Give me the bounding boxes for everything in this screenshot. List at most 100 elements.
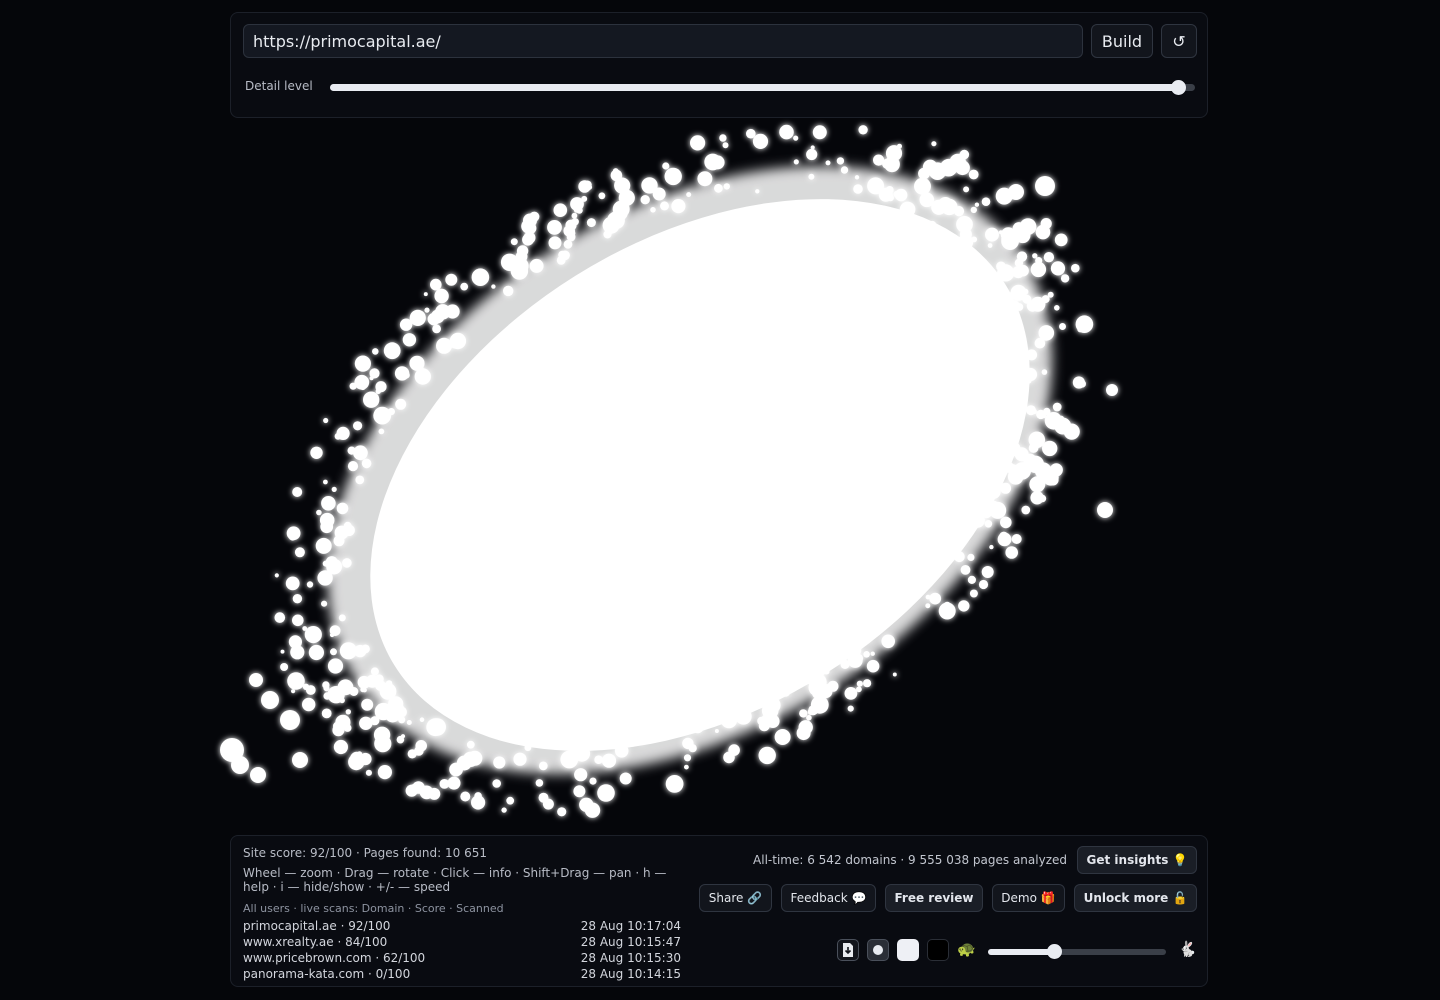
graph-node[interactable] (853, 184, 863, 194)
detail-level-slider[interactable] (330, 80, 1195, 95)
graph-node[interactable] (361, 644, 370, 654)
graph-node[interactable] (959, 149, 970, 160)
graph-node[interactable] (558, 250, 567, 260)
graph-node[interactable] (573, 207, 580, 213)
graph-node[interactable] (934, 543, 951, 559)
graph-node[interactable] (665, 775, 684, 793)
graph-node[interactable] (375, 381, 387, 393)
graph-node[interactable] (1040, 218, 1052, 230)
graph-node[interactable] (447, 776, 461, 790)
graph-node[interactable] (321, 600, 328, 607)
graph-node[interactable] (1031, 408, 1037, 415)
graph-node[interactable] (1026, 349, 1038, 361)
graph-node[interactable] (553, 203, 568, 217)
graph-node[interactable] (280, 649, 285, 654)
graph-node[interactable] (1043, 252, 1055, 263)
graph-node[interactable] (471, 268, 490, 287)
graph-node[interactable] (579, 797, 594, 812)
graph-node[interactable] (975, 262, 992, 278)
graph-node[interactable] (867, 177, 885, 195)
graph-node[interactable] (953, 551, 965, 563)
graph-node[interactable] (1004, 409, 1021, 426)
graph-node[interactable] (1077, 326, 1084, 333)
graph-node[interactable] (755, 189, 760, 194)
graph-node[interactable] (400, 734, 406, 739)
graph-node[interactable] (288, 532, 297, 541)
graph-node[interactable] (292, 487, 303, 497)
list-item[interactable]: www.xrealty.ae · 84/100 28 Aug 10:15:47 (243, 934, 681, 950)
graph-node[interactable] (365, 769, 372, 776)
graph-node[interactable] (823, 684, 832, 693)
graph-node[interactable] (304, 626, 322, 644)
graph-node[interactable] (506, 796, 515, 805)
graph-node[interactable] (383, 342, 401, 360)
graph-node[interactable] (292, 594, 303, 604)
graph-node[interactable] (863, 651, 870, 658)
graph-node[interactable] (399, 318, 413, 331)
graph-node[interactable] (825, 160, 831, 166)
graph-node[interactable] (535, 779, 544, 787)
graph-node[interactable] (662, 162, 670, 170)
graph-node[interactable] (323, 417, 329, 424)
graph-node[interactable] (565, 219, 577, 231)
graph-node[interactable] (640, 195, 650, 205)
graph-node[interactable] (323, 692, 332, 700)
graph-node[interactable] (602, 216, 620, 234)
graph-node[interactable] (601, 753, 617, 768)
graph-node[interactable] (310, 446, 323, 459)
graph-node[interactable] (331, 486, 337, 492)
graph-node[interactable] (943, 601, 951, 610)
graph-node[interactable] (374, 735, 392, 753)
graph-node[interactable] (985, 497, 990, 502)
graph-node[interactable] (1026, 300, 1039, 312)
graph-node[interactable] (1054, 305, 1060, 311)
graph-node[interactable] (931, 141, 937, 147)
graph-node[interactable] (355, 475, 365, 485)
graph-node[interactable] (1097, 502, 1113, 518)
graph-node[interactable] (523, 231, 536, 244)
graph-node[interactable] (493, 756, 506, 769)
url-input[interactable] (243, 24, 1083, 58)
graph-node[interactable] (612, 168, 619, 174)
graph-node[interactable] (917, 578, 925, 586)
graph-node[interactable] (881, 634, 895, 649)
graph-node[interactable] (436, 337, 452, 354)
graph-node[interactable] (885, 186, 894, 194)
graph-node[interactable] (866, 659, 880, 673)
graph-node[interactable] (967, 575, 977, 585)
graph-node[interactable] (311, 649, 318, 656)
graph-node[interactable] (780, 687, 791, 697)
graph-node[interactable] (1035, 176, 1055, 196)
graph-node[interactable] (892, 672, 897, 677)
graph-node[interactable] (343, 524, 355, 536)
graph-node[interactable] (439, 779, 450, 789)
graph-node[interactable] (336, 426, 350, 440)
graph-node[interactable] (823, 668, 830, 675)
graph-node[interactable] (491, 284, 496, 289)
graph-node[interactable] (960, 565, 971, 575)
graph-node[interactable] (392, 703, 405, 716)
graph-node[interactable] (1007, 300, 1020, 313)
graph-node[interactable] (336, 502, 349, 515)
graph-node[interactable] (1000, 227, 1016, 243)
graph-node[interactable] (419, 785, 434, 800)
graph-node[interactable] (598, 192, 606, 200)
graph-node[interactable] (369, 368, 380, 379)
graph-node[interactable] (516, 245, 529, 257)
graph-node[interactable] (285, 576, 300, 591)
list-item[interactable]: panorama-kata.com · 0/100 28 Aug 10:14:1… (243, 966, 681, 982)
graph-node[interactable] (735, 708, 752, 725)
graph-node[interactable] (423, 292, 428, 297)
graph-node[interactable] (571, 212, 578, 219)
graph-node[interactable] (862, 634, 871, 643)
graph-node[interactable] (806, 148, 818, 161)
graph-node[interactable] (714, 729, 719, 733)
graph-node[interactable] (720, 711, 738, 729)
speed-thumb[interactable] (1046, 944, 1062, 959)
graph-node[interactable] (1071, 263, 1080, 273)
graph-node[interactable] (752, 133, 769, 149)
graph-node[interactable] (365, 674, 379, 688)
graph-node[interactable] (373, 406, 392, 425)
graph-node[interactable] (589, 777, 597, 785)
graph-node[interactable] (728, 744, 740, 756)
